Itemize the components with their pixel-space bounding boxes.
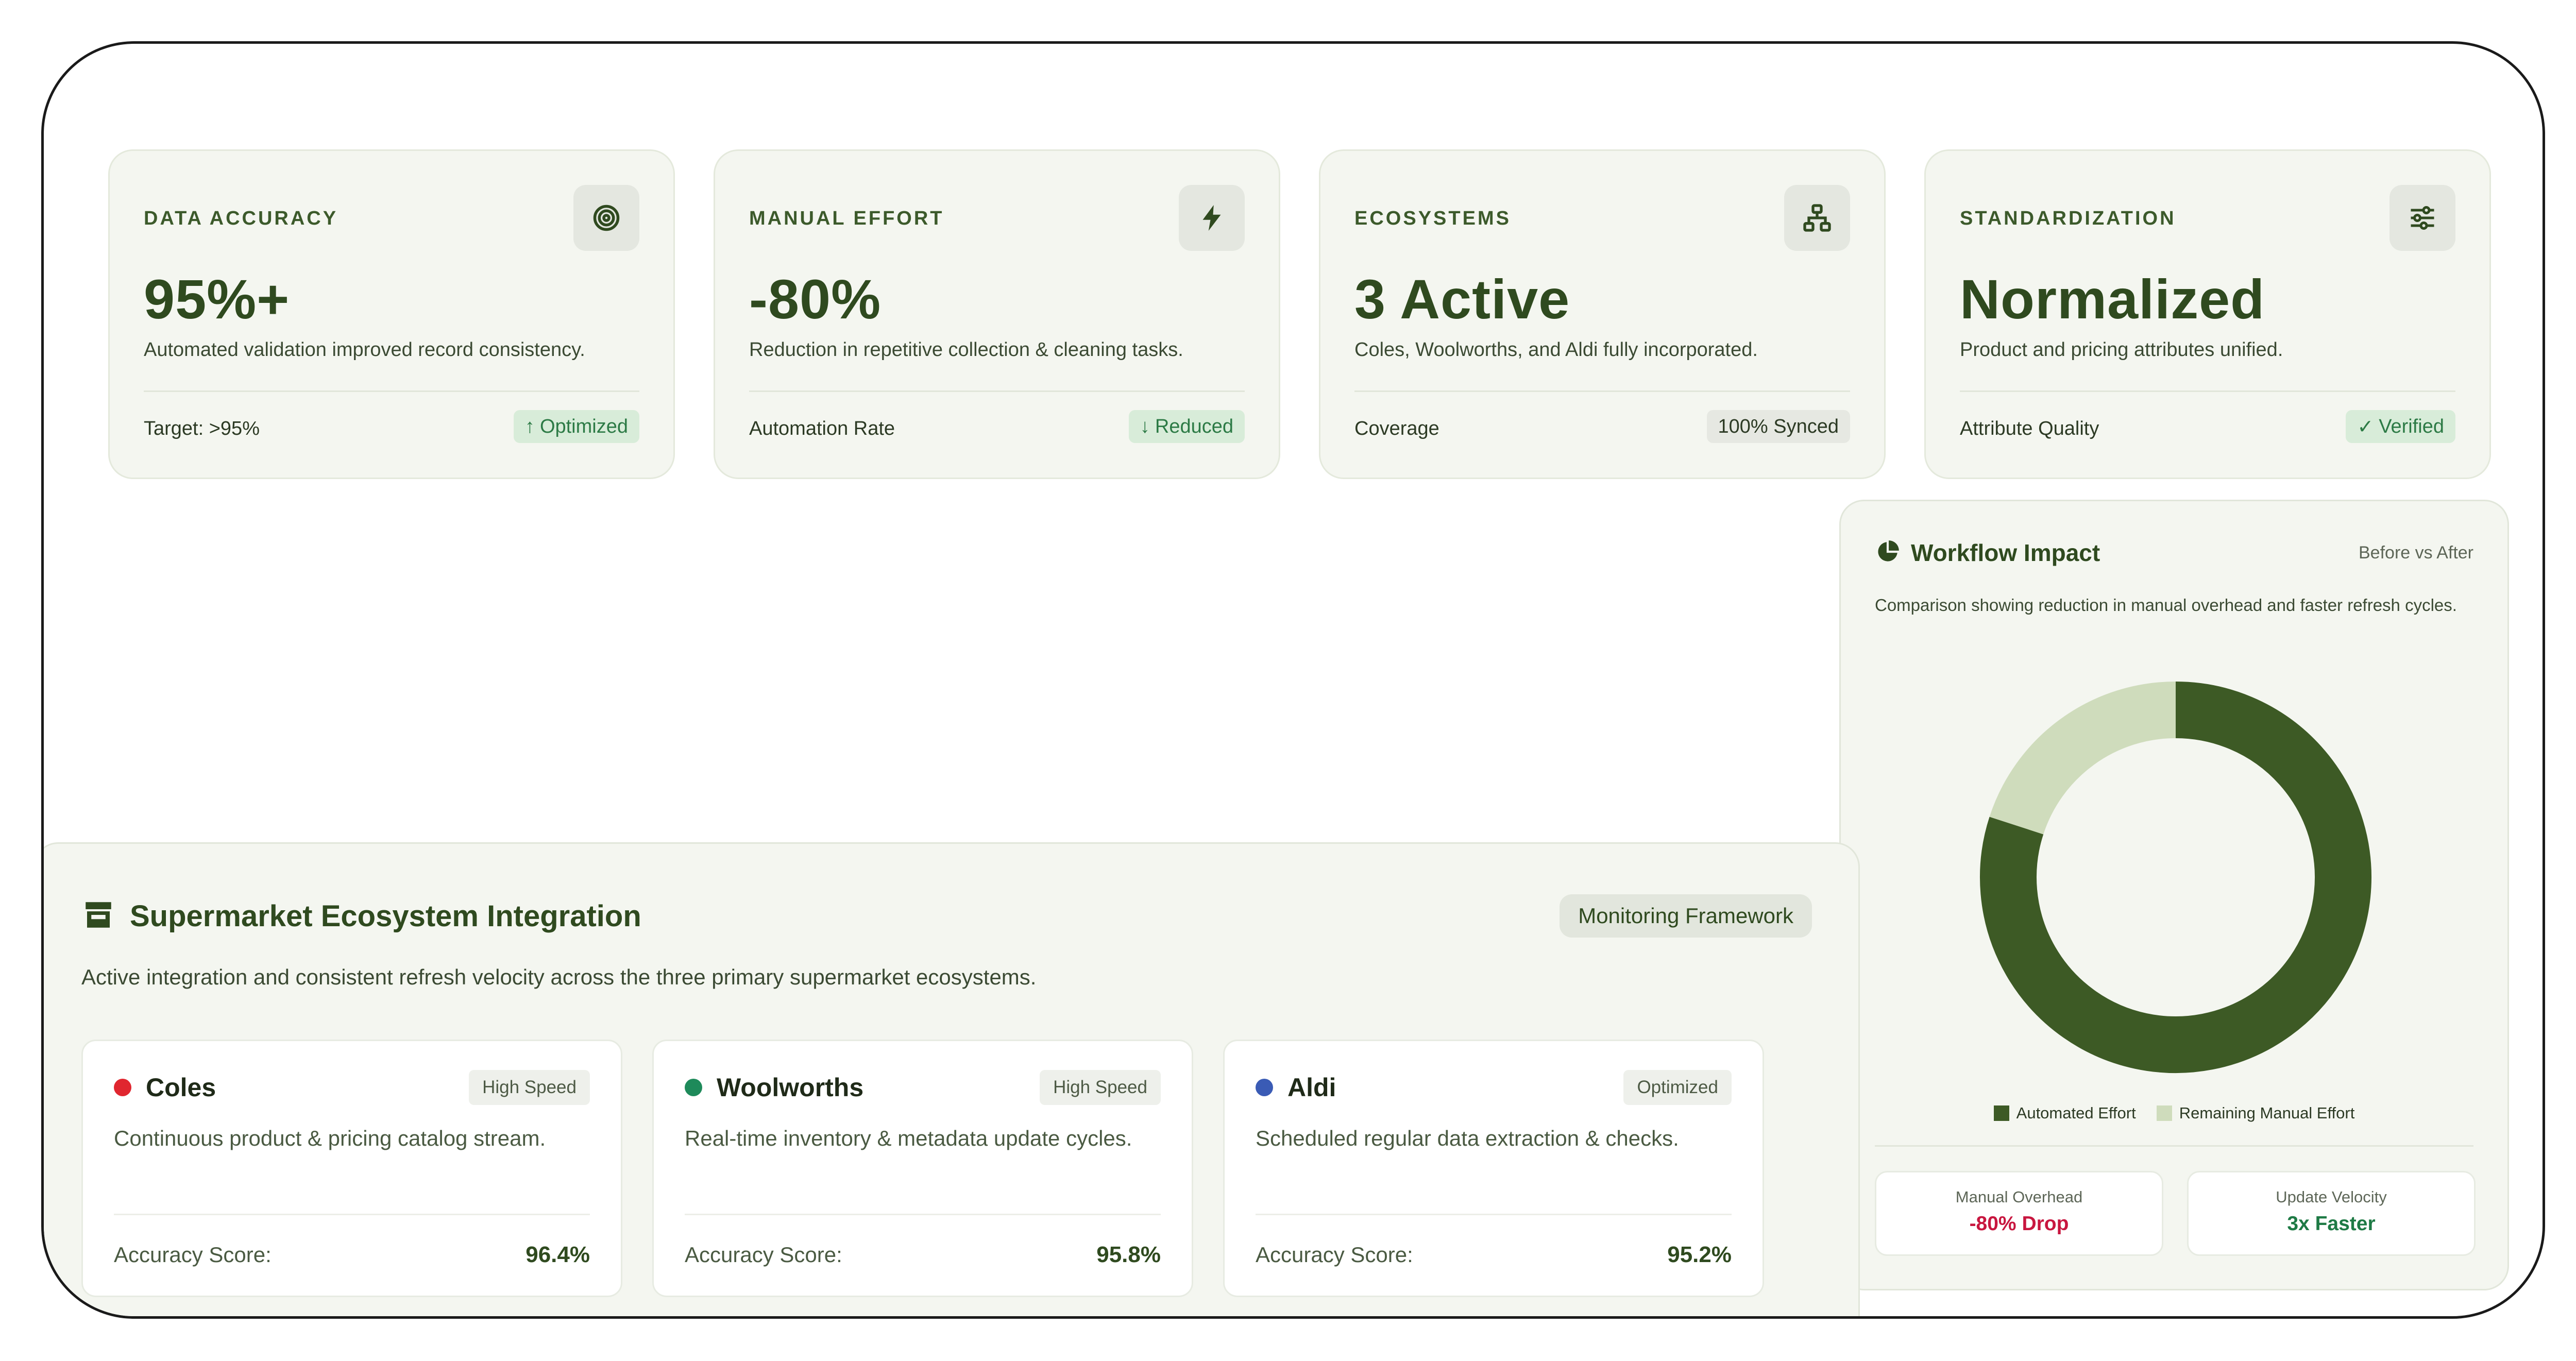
ecosystem-header: Aldi Optimized	[1256, 1069, 1732, 1105]
metric-description: Coles, Woolworths, and Aldi fully incorp…	[1354, 339, 1758, 361]
divider	[144, 390, 639, 392]
pie-chart-icon	[1875, 539, 1901, 567]
status-badge: ✓ Verified	[2346, 410, 2455, 443]
donut-chart	[1980, 682, 2371, 1073]
divider	[114, 1214, 590, 1215]
ecosystem-card-woolworths: Woolworths High Speed Real-time inventor…	[652, 1040, 1193, 1297]
score-label: Accuracy Score:	[1256, 1243, 1413, 1267]
status-dot-icon	[1256, 1079, 1273, 1096]
badge-text: Reduced	[1155, 415, 1233, 437]
metric-footer-label: Attribute Quality	[1960, 418, 2099, 439]
metric-card-standardization: STANDARDIZATION Normalized Product and p…	[1924, 149, 2491, 479]
badge-text: Verified	[2379, 415, 2444, 437]
speed-badge: High Speed	[1040, 1070, 1161, 1105]
ecosystem-description: Scheduled regular data extraction & chec…	[1256, 1126, 1679, 1150]
ecosystem-name: Aldi	[1287, 1073, 1336, 1102]
badge-text: Optimized	[539, 415, 628, 437]
metric-value: 95%+	[144, 268, 290, 330]
stat-value: 3x Faster	[2287, 1213, 2376, 1235]
ecosystem-name: Woolworths	[717, 1073, 864, 1102]
metric-value: 3 Active	[1354, 268, 1570, 330]
status-dot-icon	[114, 1079, 131, 1096]
workflow-description: Comparison showing reduction in manual o…	[1875, 596, 2457, 615]
check-icon: ✓	[2357, 416, 2374, 438]
metric-label: DATA ACCURACY	[144, 208, 338, 229]
lightning-icon	[1179, 185, 1245, 251]
legend-label: Remaining Manual Effort	[2179, 1104, 2355, 1122]
divider	[1354, 390, 1850, 392]
metric-card-data-accuracy: DATA ACCURACY 95%+ Automated validation …	[108, 149, 675, 479]
section-description: Active integration and consistent refres…	[81, 965, 1037, 989]
workflow-title: Workflow Impact	[1911, 539, 2100, 566]
score-value: 95.8%	[1096, 1242, 1161, 1267]
ecosystem-name: Coles	[146, 1073, 216, 1102]
target-icon	[573, 185, 639, 251]
ecosystem-card-aldi: Aldi Optimized Scheduled regular data ex…	[1223, 1040, 1764, 1297]
workflow-header: Workflow Impact Before vs After	[1875, 537, 2473, 568]
stat-label: Update Velocity	[2276, 1188, 2387, 1206]
status-badge: 100% Synced	[1706, 410, 1850, 443]
metric-footer-label: Automation Rate	[749, 418, 895, 439]
legend-label: Automated Effort	[2016, 1104, 2136, 1122]
stat-manual-overhead: Manual Overhead -80% Drop	[1875, 1171, 2163, 1256]
status-badge: ↑ Optimized	[513, 410, 639, 443]
arrow-down-icon: ↓	[1140, 415, 1150, 437]
divider	[749, 390, 1245, 392]
metric-label: STANDARDIZATION	[1960, 208, 2176, 229]
badge-text: 100% Synced	[1718, 415, 1839, 437]
score-value: 95.2%	[1667, 1242, 1732, 1267]
section-title: Supermarket Ecosystem Integration	[130, 899, 641, 933]
metric-value: -80%	[749, 268, 882, 330]
accuracy-score-row: Accuracy Score: 96.4%	[114, 1242, 590, 1268]
stat-label: Manual Overhead	[1955, 1188, 2083, 1206]
legend-item-manual: Remaining Manual Effort	[2156, 1104, 2355, 1122]
stat-update-velocity: Update Velocity 3x Faster	[2187, 1171, 2476, 1256]
sliders-icon	[2389, 185, 2455, 251]
divider	[1875, 1145, 2473, 1147]
status-badge: ↓ Reduced	[1128, 410, 1245, 443]
metric-description: Reduction in repetitive collection & cle…	[749, 339, 1183, 361]
section-header: Supermarket Ecosystem Integration Monito…	[81, 894, 1812, 938]
metric-description: Product and pricing attributes unified.	[1960, 339, 2283, 361]
workflow-impact-panel: Workflow Impact Before vs After Comparis…	[1839, 500, 2509, 1290]
ecosystem-header: Coles High Speed	[114, 1069, 590, 1105]
divider	[685, 1214, 1161, 1215]
supermarket-integration-section: Supermarket Ecosystem Integration Monito…	[44, 842, 1860, 1316]
legend-item-automated: Automated Effort	[1993, 1104, 2136, 1122]
monitoring-framework-badge[interactable]: Monitoring Framework	[1560, 894, 1812, 938]
arrow-up-icon: ↑	[524, 415, 535, 437]
metric-footer-label: Target: >95%	[144, 418, 260, 439]
divider	[1256, 1214, 1732, 1215]
network-icon	[1784, 185, 1850, 251]
metric-description: Automated validation improved record con…	[144, 339, 585, 361]
divider	[1960, 390, 2455, 392]
metric-footer-label: Coverage	[1354, 418, 1439, 439]
dashboard-frame: DATA ACCURACY 95%+ Automated validation …	[41, 41, 2545, 1319]
donut-slice-remaining-manual-effort	[1989, 682, 2176, 835]
stat-value: -80% Drop	[1969, 1213, 2069, 1235]
speed-badge: High Speed	[469, 1070, 590, 1105]
metric-label: ECOSYSTEMS	[1354, 208, 1511, 229]
score-label: Accuracy Score:	[114, 1243, 272, 1267]
ecosystem-description: Continuous product & pricing catalog str…	[114, 1126, 546, 1150]
metric-value: Normalized	[1960, 268, 2265, 330]
store-icon	[81, 898, 115, 934]
accuracy-score-row: Accuracy Score: 95.8%	[685, 1242, 1161, 1268]
metric-card-ecosystems: ECOSYSTEMS 3 Active Coles, Woolworths, a…	[1319, 149, 1886, 479]
score-label: Accuracy Score:	[685, 1243, 842, 1267]
chart-legend: Automated Effort Remaining Manual Effort	[1841, 1104, 2507, 1122]
status-dot-icon	[685, 1079, 702, 1096]
ecosystem-description: Real-time inventory & metadata update cy…	[685, 1126, 1132, 1150]
speed-badge: Optimized	[1623, 1070, 1732, 1105]
legend-swatch	[2156, 1105, 2172, 1121]
legend-swatch	[1993, 1105, 2009, 1121]
score-value: 96.4%	[526, 1242, 590, 1267]
metric-label: MANUAL EFFORT	[749, 208, 944, 229]
metric-card-manual-effort: MANUAL EFFORT -80% Reduction in repetiti…	[714, 149, 1280, 479]
ecosystem-card-coles: Coles High Speed Continuous product & pr…	[81, 1040, 622, 1297]
workflow-comparison-label: Before vs After	[2359, 542, 2473, 563]
accuracy-score-row: Accuracy Score: 95.2%	[1256, 1242, 1732, 1268]
ecosystem-header: Woolworths High Speed	[685, 1069, 1161, 1105]
